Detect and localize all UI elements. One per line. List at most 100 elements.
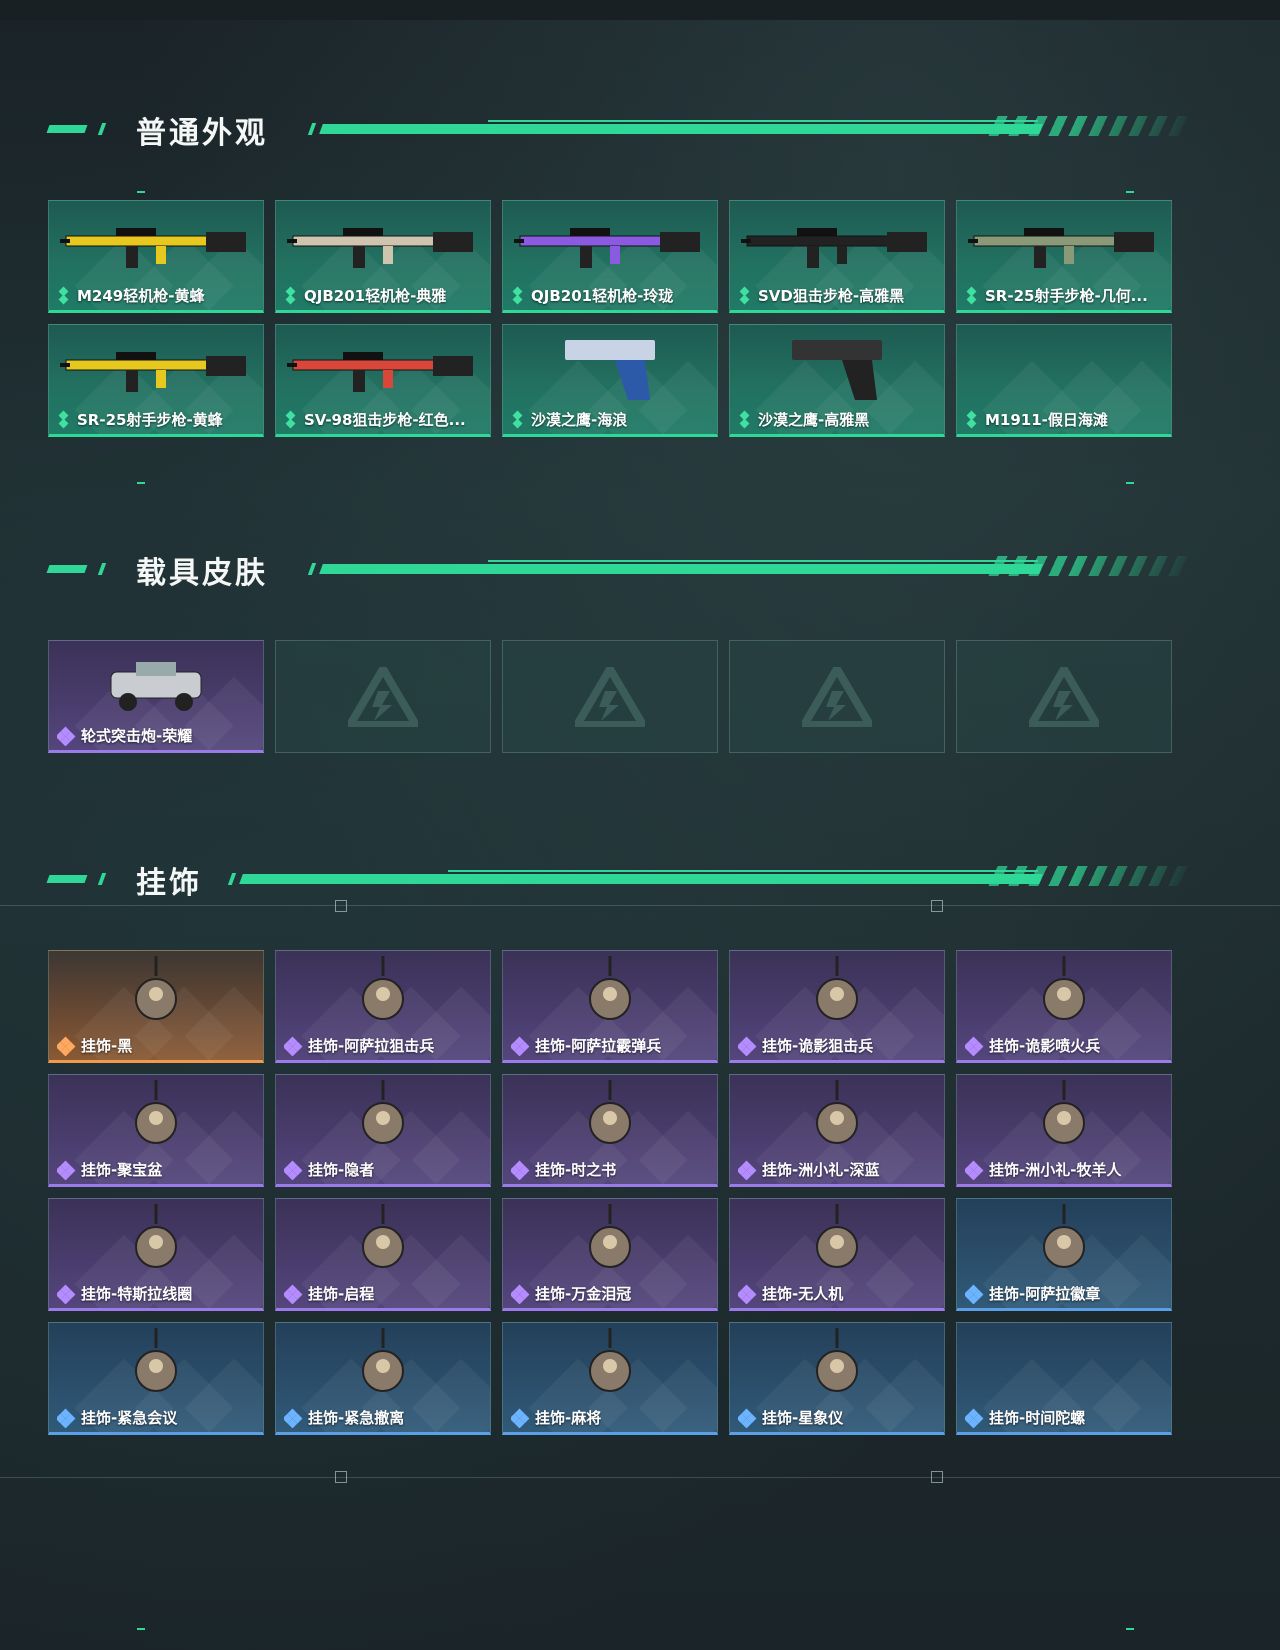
frame-tick (137, 482, 145, 484)
item-card[interactable]: 挂饰-启程 (275, 1198, 491, 1311)
item-name: 挂饰-阿萨拉徽章 (989, 1285, 1101, 1303)
header-dash (227, 873, 237, 885)
rarity-diamond-icon (738, 1284, 757, 1304)
item-card[interactable]: SR-25射手步枪-几何... (956, 200, 1172, 313)
rarity-diamond-icon (965, 1160, 984, 1180)
item-name: 挂饰-洲小礼-深蓝 (762, 1161, 880, 1179)
item-card[interactable]: SV-98狙击步枪-红色... (275, 324, 491, 437)
header-dash (46, 565, 88, 573)
rarity-diamond-icon (284, 286, 298, 304)
item-card[interactable]: 挂饰-诡影喷火兵 (956, 950, 1172, 1063)
section-header-charms: 挂饰 (46, 858, 1198, 901)
frame-square (335, 1471, 347, 1483)
item-card[interactable]: SVD狙击步枪-高雅黑 (729, 200, 945, 313)
rifle-yellow-icon (60, 227, 246, 268)
item-name: 挂饰-诡影狙击兵 (762, 1037, 874, 1055)
item-card[interactable]: 挂饰-洲小礼-牧羊人 (956, 1074, 1172, 1187)
item-card[interactable]: 挂饰-诡影狙击兵 (729, 950, 945, 1063)
vehicle-skin-grid: 轮式突击炮-荣耀 (48, 640, 1172, 753)
item-thumbnail (957, 1075, 1171, 1160)
rarity-diamond-icon (57, 726, 76, 746)
item-label-row: 挂饰-紧急会议 (57, 1407, 257, 1428)
item-label-row: SVD狙击步枪-高雅黑 (738, 285, 938, 306)
item-label-row: 挂饰-万金泪冠 (511, 1283, 711, 1304)
rarity-diamond-icon (511, 410, 525, 428)
charm-icon (135, 1079, 177, 1144)
item-name: M1911-假日海滩 (985, 411, 1108, 429)
item-label-row: 挂饰-星象仪 (738, 1407, 938, 1428)
item-label-row: SV-98狙击步枪-红色... (284, 409, 484, 430)
item-card[interactable]: 挂饰-麻将 (502, 1322, 718, 1435)
item-card[interactable]: M1911-假日海滩 (956, 324, 1172, 437)
item-card[interactable]: 挂饰-阿萨拉徽章 (956, 1198, 1172, 1311)
item-card[interactable]: 沙漠之鹰-高雅黑 (729, 324, 945, 437)
item-thumbnail (503, 951, 717, 1036)
item-name: 沙漠之鹰-高雅黑 (758, 411, 870, 429)
item-card[interactable]: QJB201轻机枪-典雅 (275, 200, 491, 313)
header-bar-thin (488, 560, 1038, 562)
item-name: 挂饰-时之书 (535, 1161, 617, 1179)
header-bar-thin (488, 120, 1038, 122)
header-checker (988, 866, 1198, 886)
rarity-diamond-icon (738, 1408, 757, 1428)
item-card[interactable]: 挂饰-隐者 (275, 1074, 491, 1187)
header-dash (46, 875, 88, 883)
item-card[interactable]: 挂饰-特斯拉线圈 (48, 1198, 264, 1311)
item-thumbnail (49, 1075, 263, 1160)
item-card[interactable]: 挂饰-时之书 (502, 1074, 718, 1187)
item-card[interactable]: 挂饰-阿萨拉霰弹兵 (502, 950, 718, 1063)
header-dash (46, 125, 88, 133)
item-card[interactable]: 挂饰-紧急会议 (48, 1322, 264, 1435)
item-card[interactable]: SR-25射手步枪-黄蜂 (48, 324, 264, 437)
item-label-row: 挂饰-洲小礼-牧羊人 (965, 1159, 1165, 1180)
item-label-row: 挂饰-诡影喷火兵 (965, 1035, 1165, 1056)
item-card[interactable]: 挂饰-聚宝盆 (48, 1074, 264, 1187)
item-card[interactable]: 挂饰-时间陀螺 (956, 1322, 1172, 1435)
game-logo-icon (575, 666, 645, 727)
charm-icon (362, 955, 404, 1020)
section-title: 挂饰 (136, 866, 202, 901)
frame-line (0, 905, 1280, 906)
header-bar-thin (448, 870, 1038, 872)
item-thumbnail (957, 325, 1171, 410)
charm-icon (135, 1327, 177, 1392)
item-name: SV-98狙击步枪-红色... (304, 411, 466, 429)
item-thumbnail (957, 951, 1171, 1036)
item-card[interactable]: 挂饰-阿萨拉狙击兵 (275, 950, 491, 1063)
item-thumbnail (49, 1199, 263, 1284)
rifle-purple-icon (514, 227, 700, 268)
item-card[interactable]: M249轻机枪-黄蜂 (48, 200, 264, 313)
item-name: SR-25射手步枪-几何... (985, 287, 1148, 305)
item-label-row: 挂饰-阿萨拉狙击兵 (284, 1035, 484, 1056)
item-thumbnail (730, 951, 944, 1036)
item-thumbnail (276, 1199, 490, 1284)
rarity-diamond-icon (965, 1408, 984, 1428)
frame-square (931, 1471, 943, 1483)
rarity-diamond-icon (511, 1284, 530, 1304)
empty-slot (729, 640, 945, 753)
item-card[interactable]: 挂饰-无人机 (729, 1198, 945, 1311)
item-name: 挂饰-诡影喷火兵 (989, 1037, 1101, 1055)
item-card[interactable]: 沙漠之鹰-海浪 (502, 324, 718, 437)
item-thumbnail (730, 1199, 944, 1284)
item-card[interactable]: 挂饰-万金泪冠 (502, 1198, 718, 1311)
item-name: 挂饰-启程 (308, 1285, 375, 1303)
item-label-row: SR-25射手步枪-黄蜂 (57, 409, 257, 430)
charm-icon (816, 955, 858, 1020)
item-label-row: 挂饰-洲小礼-深蓝 (738, 1159, 938, 1180)
rarity-diamond-icon (57, 286, 71, 304)
item-card[interactable]: 挂饰-洲小礼-深蓝 (729, 1074, 945, 1187)
item-card[interactable]: 挂饰-星象仪 (729, 1322, 945, 1435)
pistol-black-icon (792, 339, 882, 400)
frame-tick (137, 191, 145, 193)
item-card[interactable]: QJB201轻机枪-玲珑 (502, 200, 718, 313)
item-card[interactable]: 轮式突击炮-荣耀 (48, 640, 264, 753)
rarity-diamond-icon (738, 410, 752, 428)
item-card[interactable]: 挂饰-黑 (48, 950, 264, 1063)
top-strip (0, 0, 1280, 20)
item-card[interactable]: 挂饰-紧急撤离 (275, 1322, 491, 1435)
item-name: SR-25射手步枪-黄蜂 (77, 411, 223, 429)
charm-icon (816, 1327, 858, 1392)
charm-icon (1043, 955, 1085, 1020)
item-label-row: 挂饰-紧急撤离 (284, 1407, 484, 1428)
